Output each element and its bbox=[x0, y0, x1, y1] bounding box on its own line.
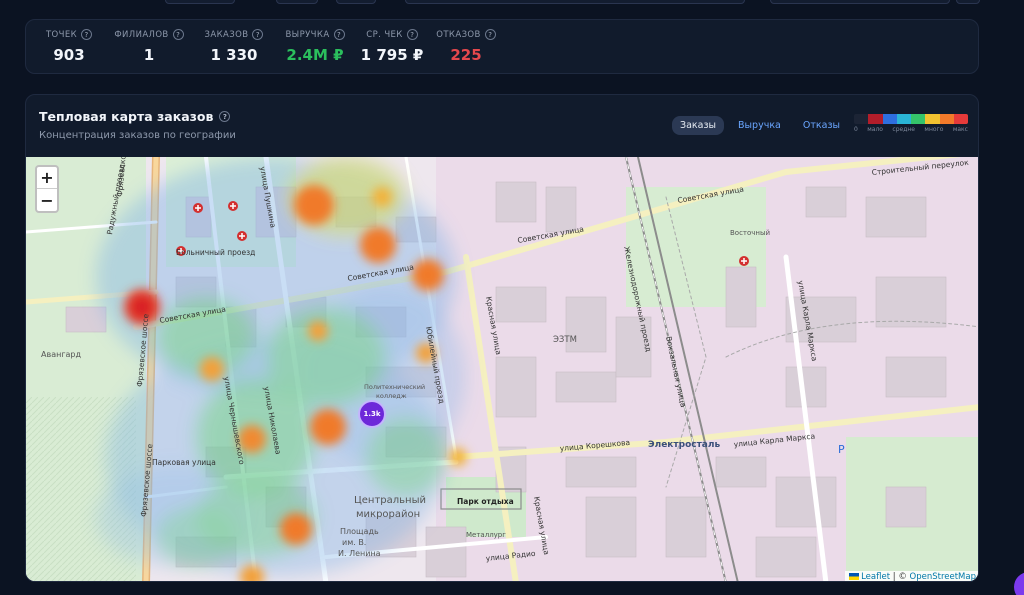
legend-swatch bbox=[868, 114, 883, 124]
zoom-controls: + − bbox=[35, 165, 59, 213]
stat-value: 1 bbox=[143, 46, 155, 64]
place-label: Восточный bbox=[730, 229, 770, 237]
tab-refusals[interactable]: Отказы bbox=[795, 116, 848, 135]
help-icon[interactable]: ? bbox=[219, 111, 231, 122]
top-control[interactable] bbox=[956, 0, 980, 4]
top-control[interactable] bbox=[770, 0, 950, 4]
stat-label: ТОЧЕК bbox=[45, 29, 78, 40]
stat-label: ВЫРУЧКА bbox=[285, 29, 330, 40]
stat-avg-check: СР. ЧЕК? 1 795 ₽ bbox=[360, 29, 424, 64]
place-label: Авангард bbox=[41, 350, 82, 359]
stat-label: СР. ЧЕК bbox=[366, 29, 403, 40]
place-label: Парк отдыха bbox=[457, 497, 514, 506]
legend-swatch bbox=[911, 114, 926, 124]
place-label: Площадь bbox=[340, 527, 379, 536]
help-icon[interactable]: ? bbox=[81, 29, 93, 40]
map[interactable]: Советская улица Советская улица Советска… bbox=[26, 157, 979, 582]
stat-label: ОТКАЗОВ bbox=[436, 29, 481, 40]
heatmap-legend: 0 мало средне много макс bbox=[854, 114, 968, 133]
top-bar bbox=[0, 0, 1024, 12]
stat-value: 225 bbox=[450, 46, 482, 64]
heatmap-subtitle: Концентрация заказов по географии bbox=[39, 130, 236, 141]
help-icon[interactable]: ? bbox=[333, 29, 345, 40]
stat-value: 1 330 bbox=[210, 46, 258, 64]
stat-value: 1 795 ₽ bbox=[360, 46, 424, 64]
legend-label: 0 bbox=[854, 126, 858, 133]
zoom-in-button[interactable]: + bbox=[37, 167, 57, 189]
legend-swatch bbox=[854, 114, 869, 124]
legend-swatch bbox=[925, 114, 940, 124]
heatmap-card: Тепловая карта заказов ? Концентрация за… bbox=[25, 94, 979, 582]
stat-revenue: ВЫРУЧКА? 2.4M ₽ bbox=[281, 29, 349, 64]
help-icon[interactable]: ? bbox=[252, 29, 264, 40]
help-icon[interactable]: ? bbox=[172, 29, 184, 40]
legend-swatch bbox=[953, 114, 968, 124]
place-label: Центральный bbox=[354, 495, 426, 506]
place-label: Металлург bbox=[466, 531, 506, 539]
stat-label: ФИЛИАЛОВ bbox=[114, 29, 169, 40]
legend-labels: 0 мало средне много макс bbox=[854, 126, 968, 133]
tab-revenue[interactable]: Выручка bbox=[730, 116, 789, 135]
stat-branches: ФИЛИАЛОВ? 1 bbox=[111, 29, 187, 64]
tab-orders[interactable]: Заказы bbox=[672, 116, 725, 135]
stat-refusals: ОТКАЗОВ? 225 bbox=[434, 29, 498, 64]
legend-label: мало bbox=[867, 126, 883, 133]
leaflet-link[interactable]: Leaflet bbox=[861, 572, 890, 581]
parking-icon: P bbox=[838, 443, 845, 456]
stat-points: ТОЧЕК? 903 bbox=[44, 29, 94, 64]
legend-gradient bbox=[854, 114, 968, 124]
floating-action-button[interactable] bbox=[1014, 572, 1024, 595]
legend-label: макс bbox=[952, 126, 968, 133]
legend-swatch bbox=[896, 114, 911, 124]
top-control[interactable] bbox=[165, 0, 235, 4]
heatmap-title-text: Тепловая карта заказов bbox=[39, 109, 214, 124]
legend-swatch bbox=[939, 114, 954, 124]
help-icon[interactable]: ? bbox=[484, 29, 496, 40]
top-control[interactable] bbox=[336, 0, 376, 4]
zoom-out-button[interactable]: − bbox=[37, 189, 57, 211]
legend-label: средне bbox=[892, 126, 915, 133]
top-control[interactable] bbox=[276, 0, 318, 4]
map-attribution: Leaflet | © OpenStreetMap bbox=[845, 571, 978, 582]
place-label: им. В. bbox=[342, 538, 366, 547]
place-label: микрорайон bbox=[356, 509, 420, 520]
stat-orders: ЗАКАЗОВ? 1 330 bbox=[202, 29, 266, 64]
cluster-marker[interactable]: 1.3k bbox=[358, 400, 386, 428]
stats-card: ТОЧЕК? 903 ФИЛИАЛОВ? 1 ЗАКАЗОВ? 1 330 ВЫ… bbox=[25, 19, 979, 74]
top-search[interactable] bbox=[405, 0, 745, 4]
heatmap-title: Тепловая карта заказов ? bbox=[39, 109, 231, 124]
ukraine-flag-icon bbox=[849, 573, 860, 580]
legend-label: много bbox=[924, 126, 944, 133]
street-label: Больничный проезд bbox=[176, 248, 255, 257]
place-label: Политехнический bbox=[364, 383, 425, 391]
map-canvas[interactable]: Советская улица Советская улица Советска… bbox=[26, 157, 979, 582]
place-label: колледж bbox=[376, 392, 407, 400]
attribution-separator: | © bbox=[890, 572, 910, 582]
stat-value: 2.4M ₽ bbox=[286, 46, 344, 64]
place-label: И. Ленина bbox=[338, 549, 381, 558]
heatmap-tabs: Заказы Выручка Отказы bbox=[672, 116, 848, 135]
street-label: Парковая улица bbox=[152, 458, 216, 467]
stat-value: 903 bbox=[53, 46, 85, 64]
place-label: Электросталь bbox=[648, 440, 720, 450]
osm-link[interactable]: OpenStreetMap bbox=[910, 572, 976, 581]
legend-swatch bbox=[882, 114, 897, 124]
stat-label: ЗАКАЗОВ bbox=[204, 29, 249, 40]
place-label: ЭЗТМ bbox=[553, 335, 577, 345]
help-icon[interactable]: ? bbox=[406, 29, 418, 40]
